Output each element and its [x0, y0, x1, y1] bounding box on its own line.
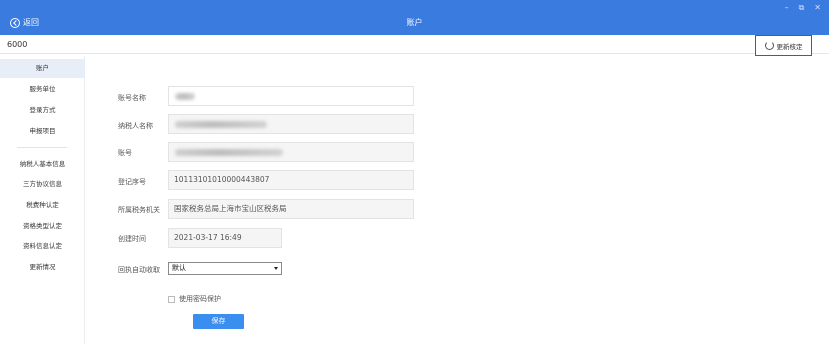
sidebar: 账户 服务单位 登录方式 申报项目 纳税人基本信息 三方协议信息 税费种认定 资…: [0, 56, 85, 344]
restore-icon[interactable]: ⧉: [799, 3, 805, 13]
registration-number-field: 10113101010000443807: [168, 170, 414, 190]
dropdown-arrow-icon: [274, 267, 278, 270]
sidebar-item-qualification-type[interactable]: 资格类型认定: [0, 217, 85, 236]
window-title: 账户: [406, 18, 423, 27]
taxpayer-name-label: 纳税人名称: [118, 122, 153, 130]
account-name-label: 账号名称: [118, 94, 146, 102]
redacted-text: [175, 149, 283, 156]
sidebar-item-account[interactable]: 账户: [0, 59, 85, 78]
tax-office-field: 国家税务总局上海市宝山区税务局: [168, 199, 414, 219]
sidebar-item-document-info[interactable]: 资料信息认定: [0, 237, 85, 256]
account-field: [168, 142, 414, 162]
sidebar-item-declaration-items[interactable]: 申报项目: [0, 122, 85, 141]
auto-receive-label: 回执自动收取: [118, 266, 160, 274]
account-name-field[interactable]: [168, 86, 414, 106]
sidebar-item-tripartite-agreement[interactable]: 三方协议信息: [0, 175, 85, 194]
auto-receive-value: 默认: [172, 264, 186, 272]
sidebar-divider: [17, 147, 67, 148]
update-label: 更新核定: [776, 42, 803, 51]
redacted-text: [175, 93, 195, 100]
created-time-field: 2021-03-17 16:49: [168, 228, 282, 248]
redacted-text: [175, 121, 267, 128]
sidebar-item-tax-type[interactable]: 税费种认定: [0, 196, 85, 215]
title-bar: 返回 账户 – ⧉ ✕: [0, 0, 829, 35]
tax-office-label: 所属税务机关: [118, 206, 160, 214]
password-protect-checkbox[interactable]: [168, 295, 175, 303]
taxpayer-name-field: [168, 114, 414, 134]
password-protect-label: 使用密码保护: [179, 295, 221, 303]
registration-number-label: 登记序号: [118, 178, 146, 186]
refresh-icon: [764, 41, 774, 50]
sidebar-item-taxpayer-info[interactable]: 纳税人基本信息: [0, 155, 85, 174]
taxpayer-id: 6000: [7, 40, 28, 49]
password-protect-row: 使用密码保护: [168, 294, 221, 304]
created-time-label: 创建时间: [118, 235, 146, 243]
window-controls: – ⧉ ✕: [785, 3, 821, 13]
minimize-icon[interactable]: –: [785, 3, 789, 13]
update-verification-button[interactable]: 更新核定: [755, 35, 812, 56]
close-icon[interactable]: ✕: [814, 3, 821, 13]
auto-receive-select[interactable]: 默认: [168, 262, 282, 275]
sidebar-item-login-method[interactable]: 登录方式: [0, 101, 85, 120]
subheader: 6000: [0, 35, 829, 54]
account-label: 账号: [118, 149, 132, 157]
sidebar-item-update-status[interactable]: 更新情况: [0, 258, 85, 277]
save-button[interactable]: 保存: [193, 314, 244, 329]
sidebar-item-service-unit[interactable]: 服务单位: [0, 80, 85, 99]
